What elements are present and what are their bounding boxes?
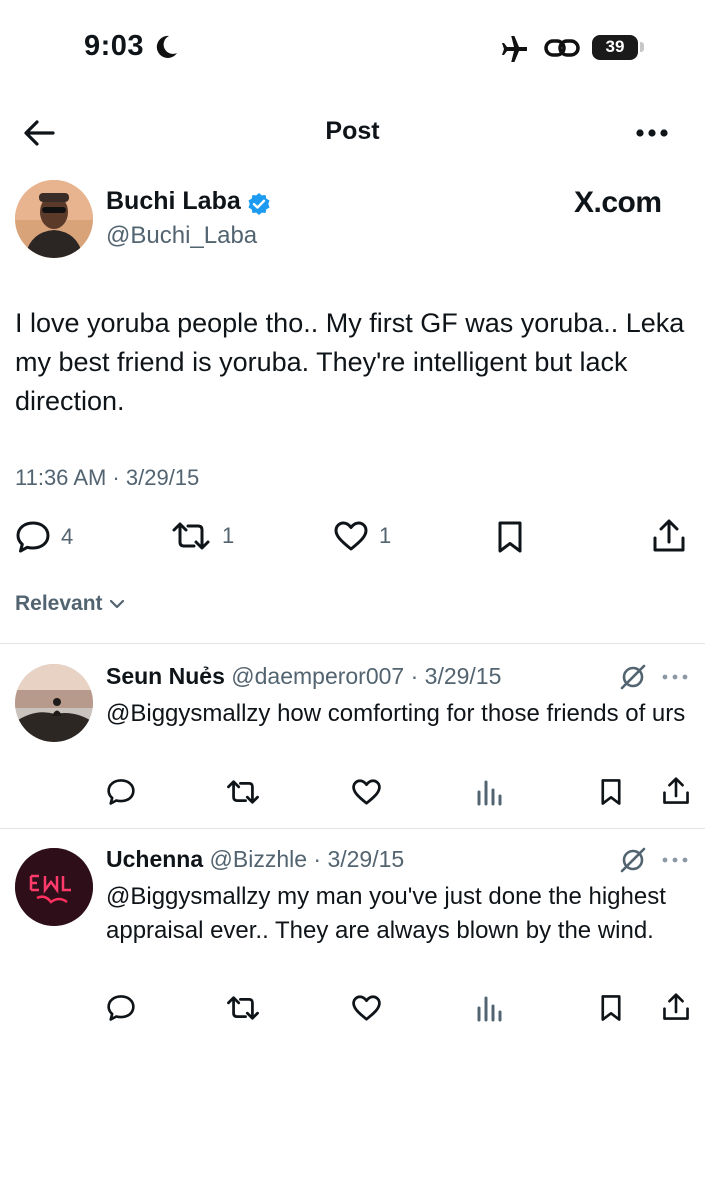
share-button[interactable] xyxy=(662,992,690,1022)
grok-button[interactable] xyxy=(619,663,647,691)
views-button[interactable] xyxy=(476,994,502,1022)
share-button[interactable] xyxy=(652,518,686,554)
repost-icon xyxy=(227,780,259,804)
reply-count: 4 xyxy=(61,524,74,549)
like-button[interactable]: 1 xyxy=(333,520,391,552)
more-button[interactable] xyxy=(635,128,669,138)
reply-author-handle[interactable]: @daemperor007 · 3/29/15 xyxy=(231,663,501,689)
heart-icon xyxy=(352,995,381,1021)
sort-label: Relevant xyxy=(15,592,103,615)
comment-icon xyxy=(107,779,135,805)
more-horizontal-icon xyxy=(636,129,668,137)
like-button[interactable] xyxy=(351,994,382,1022)
grok-icon xyxy=(620,847,646,873)
author-handle[interactable]: @Buchi_Laba xyxy=(106,222,257,250)
verified-badge-icon xyxy=(247,192,271,216)
bookmark-icon xyxy=(601,779,621,805)
share-button[interactable] xyxy=(662,776,690,806)
chevron-down-icon xyxy=(109,599,124,609)
reply-button[interactable] xyxy=(106,778,136,806)
comment-icon xyxy=(16,521,50,553)
status-time: 9:03 xyxy=(84,30,145,62)
xcom-watermark: X.com xyxy=(574,186,662,219)
repost-button[interactable] xyxy=(225,778,261,806)
reply-text: @Biggysmallzy how comforting for those f… xyxy=(106,700,686,727)
repost-count: 1 xyxy=(222,523,235,548)
grok-button[interactable] xyxy=(619,846,647,874)
like-button[interactable] xyxy=(351,778,382,806)
author-name[interactable]: Buchi Laba xyxy=(106,187,241,216)
reply-button[interactable]: 4 xyxy=(15,520,73,554)
author-avatar[interactable] xyxy=(15,180,93,258)
sort-dropdown[interactable]: Relevant xyxy=(15,592,125,616)
bookmark-button[interactable] xyxy=(495,520,525,554)
reply-avatar[interactable] xyxy=(15,848,93,926)
reply-button[interactable] xyxy=(106,994,136,1022)
airplane-icon xyxy=(500,36,530,62)
comment-icon xyxy=(107,995,135,1021)
post-text: I love yoruba people tho.. My first GF w… xyxy=(15,308,685,416)
bookmark-button[interactable] xyxy=(598,994,624,1022)
share-icon xyxy=(663,993,689,1020)
more-horizontal-icon xyxy=(662,857,688,863)
link-icon xyxy=(544,36,580,60)
battery-nub xyxy=(640,42,644,52)
page-title: Post xyxy=(325,117,380,145)
repost-icon xyxy=(227,996,259,1020)
reply-author-handle[interactable]: @Bizzhle · 3/29/15 xyxy=(210,846,405,872)
grok-icon xyxy=(620,664,646,690)
reply-more-button[interactable] xyxy=(662,857,688,863)
like-count: 1 xyxy=(379,523,392,548)
battery-icon: 39 xyxy=(592,35,638,60)
battery-level: 39 xyxy=(605,37,625,56)
divider xyxy=(0,828,705,829)
bookmark-button[interactable] xyxy=(598,778,624,806)
reply-author-name[interactable]: Seun Nuẻs xyxy=(106,663,225,689)
views-button[interactable] xyxy=(476,778,502,806)
reply-meta: Uchenna @Bizzhle · 3/29/15 xyxy=(106,846,404,873)
repost-button[interactable] xyxy=(225,994,261,1022)
bookmark-icon xyxy=(601,995,621,1021)
reply-text: @Biggysmallzy my man you've just done th… xyxy=(106,883,666,944)
views-icon xyxy=(477,780,502,806)
post-timestamp: 11:36 AM · 3/29/15 xyxy=(15,465,200,490)
bookmark-icon xyxy=(498,521,522,553)
divider xyxy=(0,643,705,644)
reply-meta: Seun Nuẻs @daemperor007 · 3/29/15 xyxy=(106,663,501,690)
share-icon xyxy=(663,777,689,804)
heart-icon xyxy=(334,521,368,551)
more-horizontal-icon xyxy=(662,674,688,680)
reply-author-name[interactable]: Uchenna xyxy=(106,846,203,872)
views-icon xyxy=(477,996,502,1022)
repost-icon xyxy=(172,522,210,550)
heart-icon xyxy=(352,779,381,805)
share-icon xyxy=(653,519,685,552)
reply-more-button[interactable] xyxy=(662,674,688,680)
reply-avatar[interactable] xyxy=(15,664,93,742)
moon-icon xyxy=(155,34,179,60)
repost-button[interactable]: 1 xyxy=(170,520,234,552)
